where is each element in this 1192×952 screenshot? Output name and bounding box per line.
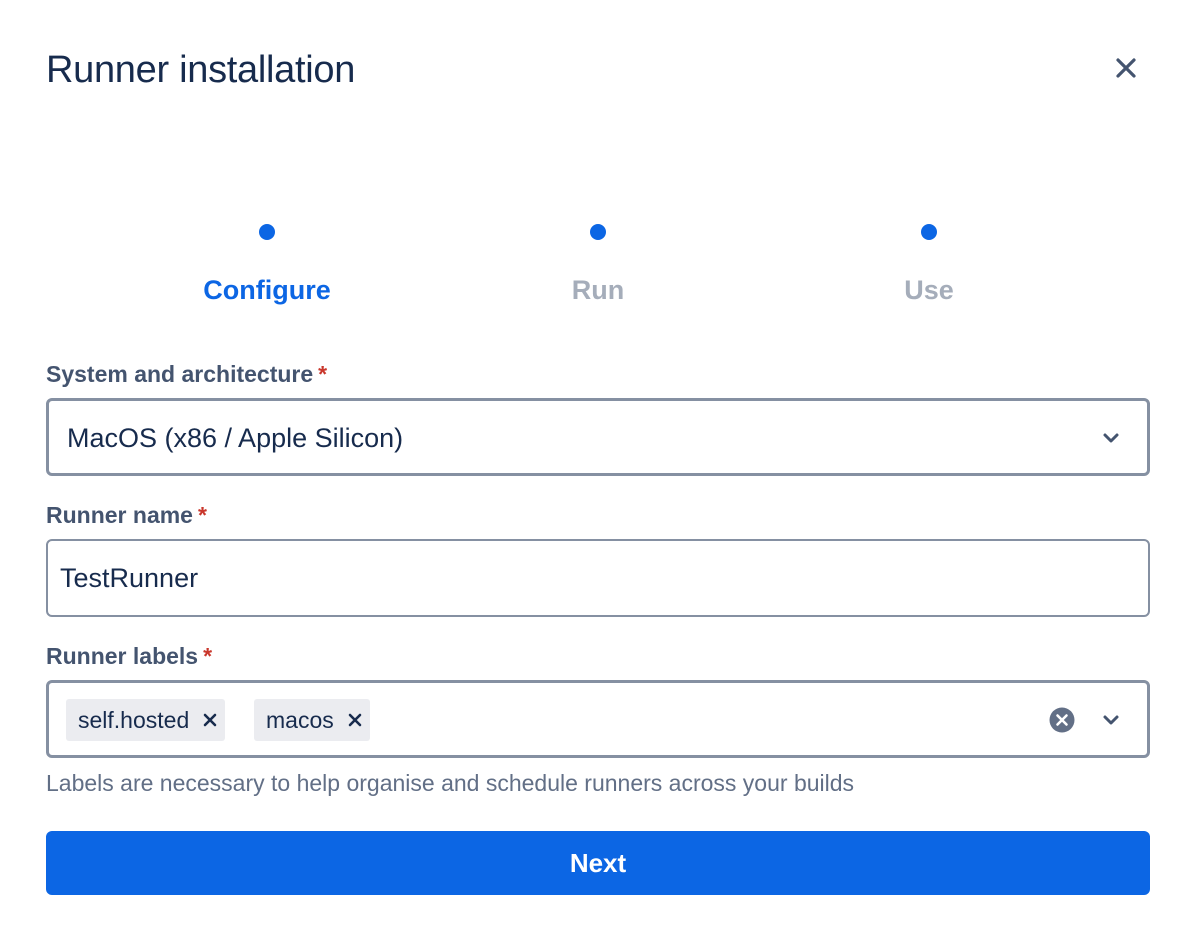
runner-name-label: Runner name *: [46, 501, 207, 529]
label-tag-self-hosted: self.hosted: [66, 699, 226, 741]
step-run: Run: [478, 218, 718, 306]
runner-name-input[interactable]: [60, 541, 1120, 615]
required-indicator: *: [318, 361, 328, 387]
step-dot: [259, 224, 275, 240]
selected-value: MacOS (x86 / Apple Silicon): [67, 423, 404, 453]
runner-labels-multiselect[interactable]: self.hosted macos: [46, 680, 1150, 758]
chevron-down-icon: [1103, 433, 1119, 443]
label-tag-macos: macos: [254, 699, 370, 741]
runner-installation-dialog: Runner installation Configure Run Use Sy…: [0, 0, 1192, 952]
close-button[interactable]: [1108, 50, 1144, 86]
tag-text: macos: [266, 707, 334, 733]
close-icon: [1116, 58, 1136, 78]
runner-name-field-wrapper: [46, 539, 1150, 617]
step-label: Run: [571, 275, 625, 305]
step-dot: [590, 224, 606, 240]
step-label: Configure: [203, 275, 331, 305]
field-label-text: System and architecture: [46, 361, 314, 387]
progress-stepper: Configure Run Use: [0, 218, 1192, 318]
runner-labels-label: Runner labels *: [46, 642, 212, 670]
clear-icon[interactable]: [1049, 707, 1075, 733]
next-button[interactable]: Next: [46, 831, 1150, 895]
close-icon: [203, 713, 217, 727]
remove-tag-button[interactable]: [195, 699, 225, 741]
step-use: Use: [809, 218, 1049, 306]
step-label: Use: [904, 275, 954, 305]
required-indicator: *: [197, 502, 207, 528]
field-label-text: Runner name: [46, 502, 193, 528]
runner-labels-helper-text: Labels are necessary to help organise an…: [46, 770, 855, 796]
remove-tag-button[interactable]: [340, 699, 370, 741]
field-label-text: Runner labels: [46, 643, 199, 669]
system-architecture-label: System and architecture *: [46, 360, 327, 388]
step-configure: Configure: [147, 218, 387, 306]
tag-text: self.hosted: [78, 707, 190, 733]
required-indicator: *: [203, 643, 213, 669]
close-icon: [348, 713, 362, 727]
chevron-down-icon[interactable]: [1099, 708, 1123, 732]
step-dot: [921, 224, 937, 240]
dialog-title: Runner installation: [46, 49, 356, 91]
system-architecture-select[interactable]: MacOS (x86 / Apple Silicon): [46, 398, 1150, 476]
